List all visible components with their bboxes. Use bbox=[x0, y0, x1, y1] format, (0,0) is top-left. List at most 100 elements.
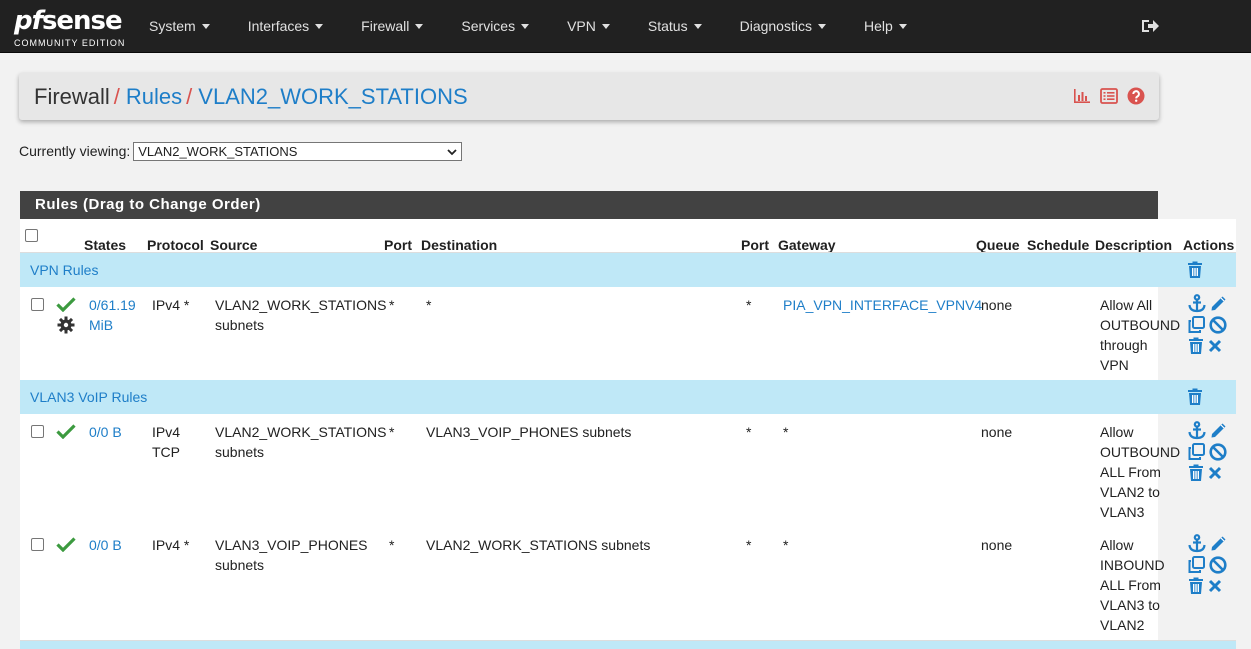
breadcrumb-actions bbox=[1073, 87, 1145, 105]
breadcrumb-current-interface[interactable]: VLAN2_WORK_STATIONS bbox=[198, 84, 467, 109]
breadcrumb-rules-link[interactable]: Rules bbox=[126, 84, 182, 109]
menu-status[interactable]: Status bbox=[629, 0, 721, 53]
rule-states-link[interactable]: 0/0 B bbox=[89, 535, 143, 555]
separator-vpn-rules[interactable]: VPN Rules bbox=[20, 253, 1236, 287]
disable-ban-icon[interactable] bbox=[1209, 556, 1227, 574]
check-pass-icon[interactable] bbox=[56, 423, 76, 439]
edit-pencil-icon[interactable] bbox=[1210, 421, 1228, 439]
rule-gateway-link[interactable]: PIA_VPN_INTERFACE_VPNV4 bbox=[783, 295, 982, 315]
interface-selector: Currently viewing: VLAN2_WORK_STATIONS bbox=[19, 141, 463, 161]
rule-description: Allow OUTBOUND ALL From VLAN2 to VLAN3 bbox=[1100, 424, 1181, 520]
table-row[interactable]: 0/0 B IPv4 TCP VLAN2_WORK_STATIONS subne… bbox=[20, 414, 1236, 528]
anchor-icon[interactable] bbox=[1188, 294, 1206, 313]
rule-states-link[interactable]: 0/61.19 MiB bbox=[89, 295, 143, 335]
trash-icon[interactable] bbox=[1188, 337, 1204, 355]
breadcrumb-panel: Firewall / Rules / VLAN2_WORK_STATIONS bbox=[19, 73, 1159, 120]
trash-icon[interactable] bbox=[1188, 464, 1204, 482]
edit-pencil-icon[interactable] bbox=[1210, 294, 1228, 312]
rule-dest-port: * bbox=[746, 537, 752, 553]
main-menu: System Interfaces Firewall Services VPN … bbox=[130, 0, 926, 53]
menu-system[interactable]: System bbox=[130, 0, 229, 53]
anchor-icon[interactable] bbox=[1188, 421, 1206, 440]
rule-queue: none bbox=[981, 537, 1013, 553]
delete-x-icon[interactable] bbox=[1208, 579, 1222, 593]
rule-checkbox[interactable] bbox=[31, 425, 44, 438]
rule-gateway: * bbox=[783, 424, 789, 440]
copy-icon[interactable] bbox=[1188, 316, 1205, 333]
check-pass-icon[interactable] bbox=[56, 536, 76, 552]
delete-x-icon[interactable] bbox=[1208, 339, 1222, 353]
menu-services[interactable]: Services bbox=[442, 0, 548, 53]
rule-description: Allow All OUTBOUND through VPN bbox=[1100, 297, 1181, 373]
rule-destination: VLAN3_VOIP_PHONES subnets bbox=[426, 424, 632, 440]
logo-wordmark: pfsense bbox=[14, 6, 123, 36]
col-source: Source bbox=[210, 237, 258, 253]
menu-firewall[interactable]: Firewall bbox=[342, 0, 442, 53]
menu-diagnostics[interactable]: Diagnostics bbox=[721, 0, 845, 53]
rule-destination: * bbox=[426, 297, 432, 313]
rule-protocol: IPv4 * bbox=[152, 297, 190, 313]
caret-down-icon bbox=[201, 23, 210, 29]
separator-vlan3-voip-rules[interactable]: VLAN3 VoIP Rules bbox=[20, 380, 1236, 414]
check-pass-icon[interactable] bbox=[56, 296, 76, 312]
copy-icon[interactable] bbox=[1188, 556, 1205, 573]
col-destination: Destination bbox=[421, 237, 498, 253]
caret-down-icon bbox=[415, 23, 424, 29]
col-schedule: Schedule bbox=[1027, 237, 1090, 253]
rule-source-port: * bbox=[389, 297, 395, 313]
col-queue: Queue bbox=[976, 237, 1020, 253]
edit-pencil-icon[interactable] bbox=[1210, 534, 1228, 552]
anchor-icon[interactable] bbox=[1188, 534, 1206, 553]
rule-checkbox[interactable] bbox=[31, 298, 44, 311]
rule-gateway: * bbox=[783, 537, 789, 553]
trash-icon[interactable] bbox=[1187, 261, 1203, 279]
delete-x-icon[interactable] bbox=[1208, 466, 1222, 480]
col-actions: Actions bbox=[1183, 237, 1235, 253]
col-gateway: Gateway bbox=[778, 237, 836, 253]
caret-down-icon bbox=[521, 23, 530, 29]
menu-help[interactable]: Help bbox=[845, 0, 926, 53]
table-row[interactable]: 0/61.19 MiB IPv4 * VLAN2_WORK_STATIONS s… bbox=[20, 287, 1236, 381]
interface-select[interactable]: VLAN2_WORK_STATIONS bbox=[133, 141, 463, 161]
disable-ban-icon[interactable] bbox=[1209, 316, 1227, 334]
col-description: Description bbox=[1095, 237, 1173, 253]
rule-states-link[interactable]: 0/0 B bbox=[89, 422, 143, 442]
menu-interfaces[interactable]: Interfaces bbox=[229, 0, 342, 53]
select-all-checkbox[interactable] bbox=[25, 229, 38, 242]
rule-protocol: IPv4 * bbox=[152, 537, 190, 553]
help-question-icon[interactable] bbox=[1127, 87, 1145, 105]
caret-down-icon bbox=[693, 23, 702, 29]
col-port: Port bbox=[384, 237, 412, 253]
trash-icon[interactable] bbox=[1188, 577, 1204, 595]
rules-panel-title: Rules (Drag to Change Order) bbox=[20, 191, 1158, 219]
separator-next[interactable] bbox=[20, 641, 1236, 649]
copy-icon[interactable] bbox=[1188, 443, 1205, 460]
rule-source: VLAN3_VOIP_PHONES subnets bbox=[215, 537, 368, 573]
breadcrumb-separator: / bbox=[113, 84, 120, 109]
menu-vpn[interactable]: VPN bbox=[548, 0, 629, 53]
rule-checkbox[interactable] bbox=[31, 538, 44, 551]
table-row[interactable]: 0/0 B IPv4 * VLAN3_VOIP_PHONES subnets *… bbox=[20, 527, 1236, 641]
bar-chart-icon[interactable] bbox=[1073, 88, 1091, 104]
separator-label: VLAN3 VoIP Rules bbox=[30, 389, 148, 405]
caret-down-icon bbox=[898, 23, 907, 29]
list-icon[interactable] bbox=[1100, 88, 1118, 104]
currently-viewing-label: Currently viewing: bbox=[19, 143, 131, 159]
rule-source-port: * bbox=[389, 424, 395, 440]
rule-dest-port: * bbox=[746, 297, 752, 313]
disable-ban-icon[interactable] bbox=[1209, 443, 1227, 461]
rule-destination: VLAN2_WORK_STATIONS subnets bbox=[426, 537, 651, 553]
trash-icon[interactable] bbox=[1187, 388, 1203, 406]
breadcrumb-firewall: Firewall bbox=[34, 84, 110, 109]
breadcrumb: Firewall / Rules / VLAN2_WORK_STATIONS bbox=[34, 84, 468, 110]
rule-queue: none bbox=[981, 424, 1013, 440]
gear-icon[interactable] bbox=[57, 316, 75, 334]
caret-down-icon bbox=[817, 23, 826, 29]
pfsense-logo[interactable]: pfsense COMMUNITY EDITION bbox=[14, 6, 124, 48]
logout-icon[interactable] bbox=[1140, 16, 1160, 36]
chevron-down-icon bbox=[447, 148, 457, 155]
logo-edition: COMMUNITY EDITION bbox=[14, 38, 126, 48]
top-navbar: pfsense COMMUNITY EDITION System Interfa… bbox=[0, 0, 1251, 53]
rule-description: Allow INBOUND ALL From VLAN3 to VLAN2 bbox=[1100, 537, 1165, 633]
caret-down-icon bbox=[601, 23, 610, 29]
